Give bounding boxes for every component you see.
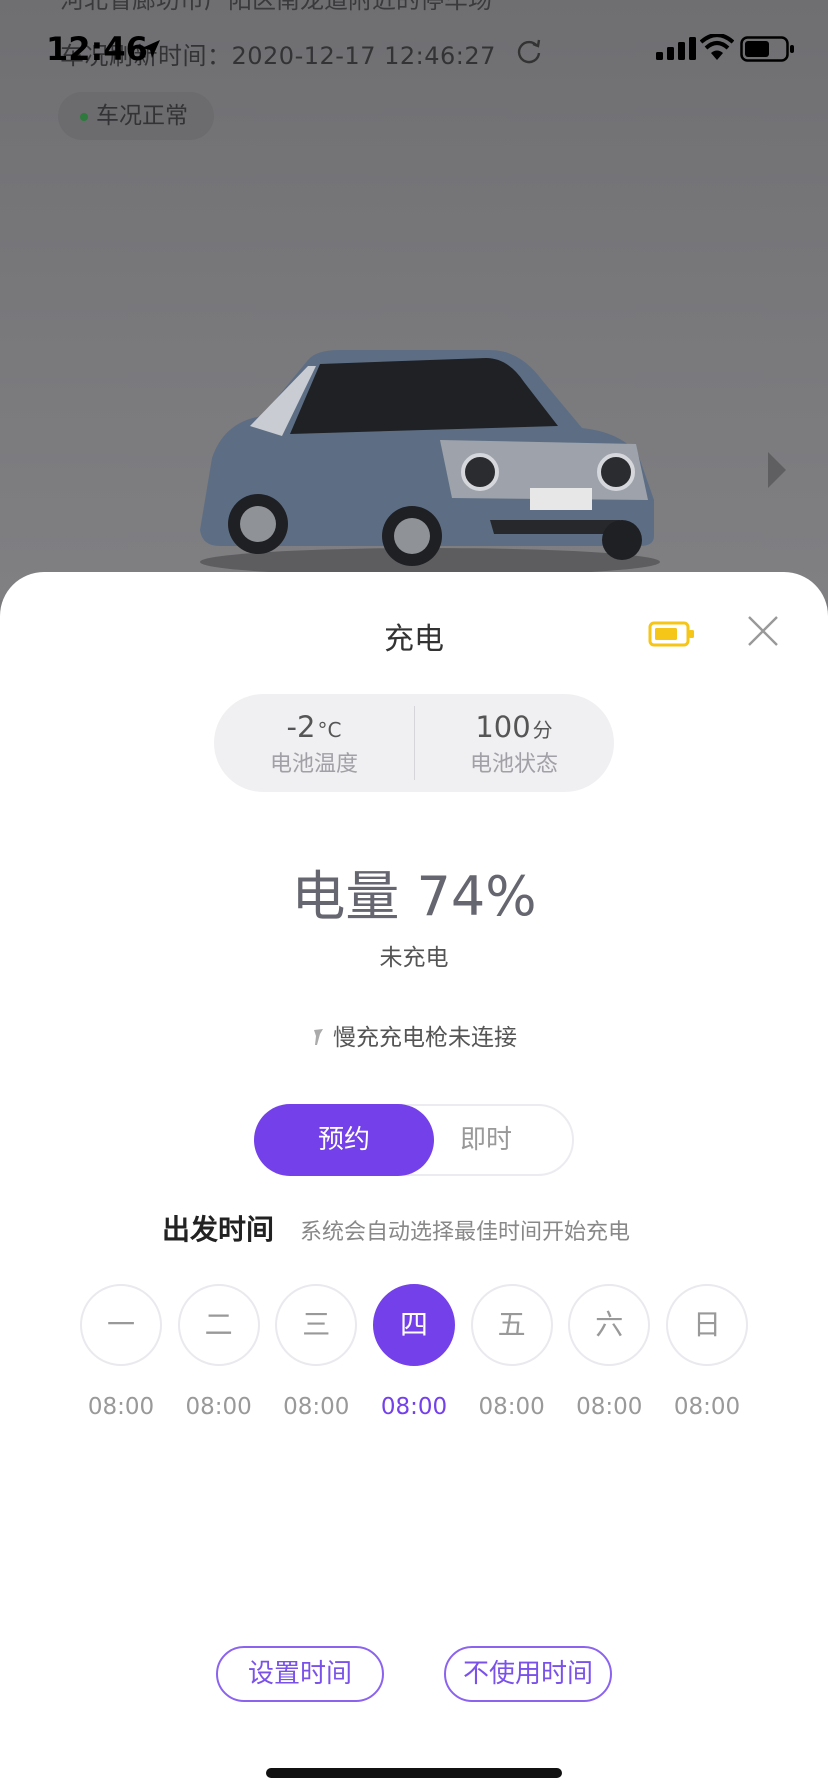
wifi-icon — [700, 34, 734, 60]
next-vehicle-arrow-icon[interactable] — [768, 452, 786, 488]
battery-temperature-unit: °C — [317, 718, 342, 742]
day-button[interactable]: 四 — [373, 1284, 455, 1366]
day-time: 08:00 — [283, 1394, 350, 1420]
day-time: 08:00 — [576, 1394, 643, 1420]
battery-health: 100 分 电池状态 — [414, 694, 614, 792]
close-button[interactable] — [746, 614, 780, 648]
day-friday: 五 08:00 — [470, 1284, 553, 1420]
battery-health-unit: 分 — [532, 718, 553, 742]
battery-temperature: -2 °C 电池温度 — [214, 694, 414, 792]
battery-temperature-label: 电池温度 — [269, 752, 358, 777]
day-time: 08:00 — [673, 1394, 741, 1420]
no-time-button[interactable]: 不使用时间 — [444, 1646, 612, 1702]
set-time-button[interactable]: 设置时间 — [216, 1646, 384, 1702]
location-arrow-icon — [142, 40, 160, 58]
day-wednesday: 三 08:00 — [275, 1284, 358, 1420]
day-button[interactable]: 二 — [177, 1284, 260, 1366]
battery-temperature-value: -2 — [286, 710, 316, 744]
sheet-title: 充电 — [384, 622, 444, 657]
charging-gun-status-label: 慢充充电枪未连接 — [333, 1025, 517, 1051]
mode-scheduled-tab[interactable]: 预约 — [254, 1104, 434, 1176]
day-sunday: 日 08:00 — [666, 1284, 748, 1420]
charging-sheet: 充电 -2 °C 电池温度 100 分 电池状态 电量 74% 未充电 慢充充电枪未… — [0, 572, 828, 1792]
day-time: 08:00 — [185, 1394, 252, 1420]
battery-status-icon — [740, 36, 794, 62]
day-time: 08:00 — [87, 1394, 155, 1420]
day-saturday: 六 08:00 — [568, 1284, 651, 1420]
battery-info-panel: -2 °C 电池温度 100 分 电池状态 — [214, 694, 614, 792]
battery-health-label: 电池状态 — [469, 752, 558, 777]
status-dot-icon — [80, 112, 88, 121]
day-button[interactable]: 一 — [80, 1284, 162, 1366]
charge-mode-toggle: 即时 预约 — [254, 1104, 574, 1176]
day-time: 08:00 — [380, 1394, 448, 1420]
day-button[interactable]: 五 — [470, 1284, 553, 1366]
status-bar: 12:46 — [0, 0, 828, 100]
day-button[interactable]: 三 — [275, 1284, 358, 1366]
clock: 12:46 — [46, 30, 148, 68]
day-monday: 一 08:00 — [80, 1284, 162, 1420]
charging-plug-icon — [314, 1029, 323, 1045]
charging-gun-status: 慢充充电枪未连接 — [0, 1018, 828, 1052]
day-button[interactable]: 六 — [568, 1284, 651, 1366]
departure-time-hint: 系统会自动选择最佳时间开始充电 — [300, 1220, 631, 1245]
departure-time-title: 出发时间 — [162, 1213, 275, 1246]
cellular-signal-icon — [656, 37, 696, 60]
day-tuesday: 二 08:00 — [177, 1284, 260, 1420]
charge-level: 电量 74% — [291, 865, 537, 928]
day-button[interactable]: 日 — [666, 1284, 748, 1366]
vehicle-status-label: 车况正常 — [96, 103, 188, 129]
day-thursday: 四 08:00 — [373, 1284, 455, 1420]
battery-health-value: 100 — [475, 710, 531, 744]
car-image — [200, 350, 660, 576]
battery-level-icon — [648, 621, 694, 647]
charge-state: 未充电 — [379, 945, 449, 971]
day-time: 08:00 — [478, 1394, 545, 1420]
weekday-selector: 一 08:00 二 08:00 三 08:00 四 08:00 五 08:00 … — [80, 1284, 748, 1424]
home-indicator[interactable] — [266, 1768, 562, 1778]
